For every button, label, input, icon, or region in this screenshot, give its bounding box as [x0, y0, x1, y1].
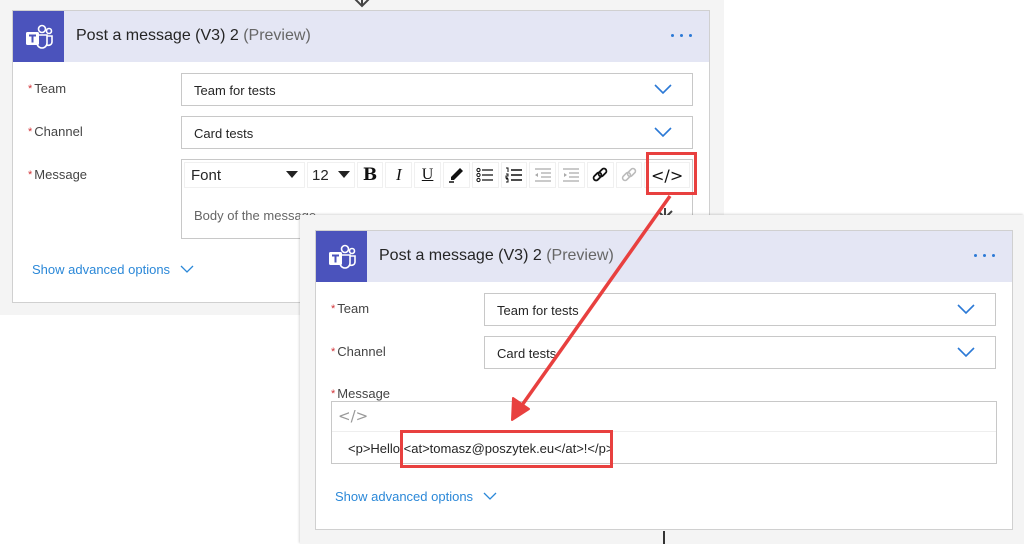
caret-down-icon — [286, 171, 299, 178]
font-family-select[interactable]: Font — [184, 162, 306, 188]
caret-down-icon — [337, 171, 350, 178]
message-label: * Message — [28, 167, 88, 182]
required-asterisk: * — [331, 346, 336, 358]
required-asterisk: * — [28, 83, 33, 95]
message-body-placeholder[interactable]: Body of the message — [194, 208, 316, 223]
teams-icon — [316, 231, 367, 282]
editor-toolbar: Font 12 B I U </> — [182, 160, 692, 190]
channel-dropdown[interactable]: Card tests — [181, 116, 693, 149]
chevron-down-icon — [483, 492, 497, 500]
chevron-down-icon — [180, 265, 194, 273]
bold-icon: B — [362, 165, 378, 185]
more-options-button[interactable] — [970, 245, 998, 265]
more-options-button[interactable] — [667, 25, 695, 45]
numbered-list-button[interactable] — [500, 162, 528, 188]
flow-connector-arrow-icon — [354, 0, 370, 8]
chevron-down-icon — [957, 347, 975, 358]
team-dropdown[interactable]: Team for tests — [181, 73, 693, 106]
underline-button[interactable]: U — [414, 162, 441, 188]
screenshot-after: Post a message (V3) 2 (Preview) * Team Te… — [300, 215, 1024, 544]
show-advanced-options-link[interactable]: Show advanced options — [335, 489, 497, 504]
show-advanced-options-link[interactable]: Show advanced options — [32, 262, 194, 277]
chevron-down-icon — [654, 84, 672, 95]
team-label: * Team — [28, 81, 67, 96]
chevron-down-icon — [654, 127, 672, 138]
channel-label: * Channel — [331, 344, 386, 359]
italic-icon: I — [395, 165, 402, 184]
required-asterisk: * — [331, 388, 336, 400]
bulleted-list-icon — [476, 167, 494, 183]
bold-button[interactable]: B — [356, 162, 384, 188]
bulleted-list-button[interactable] — [471, 162, 499, 188]
link-button[interactable] — [586, 162, 614, 188]
required-asterisk: * — [331, 303, 336, 315]
font-size-select[interactable]: 12 — [307, 162, 355, 188]
preview-badge: (Preview) — [243, 27, 311, 44]
card-header[interactable]: Post a message (V3) 2 (Preview) — [13, 11, 709, 62]
highlight-code-button — [646, 152, 697, 195]
chevron-down-icon — [957, 304, 975, 315]
required-asterisk: * — [28, 169, 33, 181]
team-dropdown[interactable]: Team for tests — [484, 293, 996, 326]
numbered-list-icon — [505, 167, 522, 183]
decrease-indent-button[interactable] — [529, 162, 557, 188]
link-icon — [592, 167, 608, 182]
required-asterisk: * — [28, 126, 33, 138]
message-label: * Message — [331, 386, 391, 401]
code-view-toggle[interactable]: </> — [332, 402, 996, 432]
unlink-button[interactable] — [615, 162, 643, 188]
team-label: * Team — [331, 301, 370, 316]
outdent-icon — [534, 168, 551, 182]
channel-value: Card tests — [194, 126, 254, 141]
ellipsis-icon — [670, 33, 674, 37]
teams-icon — [13, 11, 64, 62]
team-value: Team for tests — [194, 83, 276, 98]
channel-dropdown[interactable]: Card tests — [484, 336, 996, 369]
card-title-text: Post a message (V3) 2 — [76, 27, 239, 44]
ellipsis-icon — [973, 253, 977, 257]
preview-badge: (Preview) — [546, 247, 614, 264]
pen-icon — [449, 168, 464, 183]
card-title: Post a message (V3) 2 (Preview) — [379, 247, 614, 265]
team-value: Team for tests — [497, 303, 579, 318]
code-icon: </> — [338, 407, 369, 425]
card-header[interactable]: Post a message (V3) 2 (Preview) — [316, 231, 1012, 282]
unlink-icon — [621, 167, 637, 182]
channel-label: * Channel — [28, 124, 83, 139]
highlight-mention-tag — [400, 430, 613, 468]
card-title-text: Post a message (V3) 2 — [379, 247, 542, 264]
card-title: Post a message (V3) 2 (Preview) — [76, 27, 311, 45]
flow-connector-line — [663, 531, 665, 544]
indent-icon — [563, 168, 580, 182]
underline-icon: U — [421, 166, 434, 183]
channel-value: Card tests — [497, 346, 557, 361]
increase-indent-button[interactable] — [558, 162, 585, 188]
highlight-color-button[interactable] — [442, 162, 470, 188]
italic-button[interactable]: I — [385, 162, 413, 188]
action-card: Post a message (V3) 2 (Preview) * Team Te… — [315, 230, 1013, 530]
